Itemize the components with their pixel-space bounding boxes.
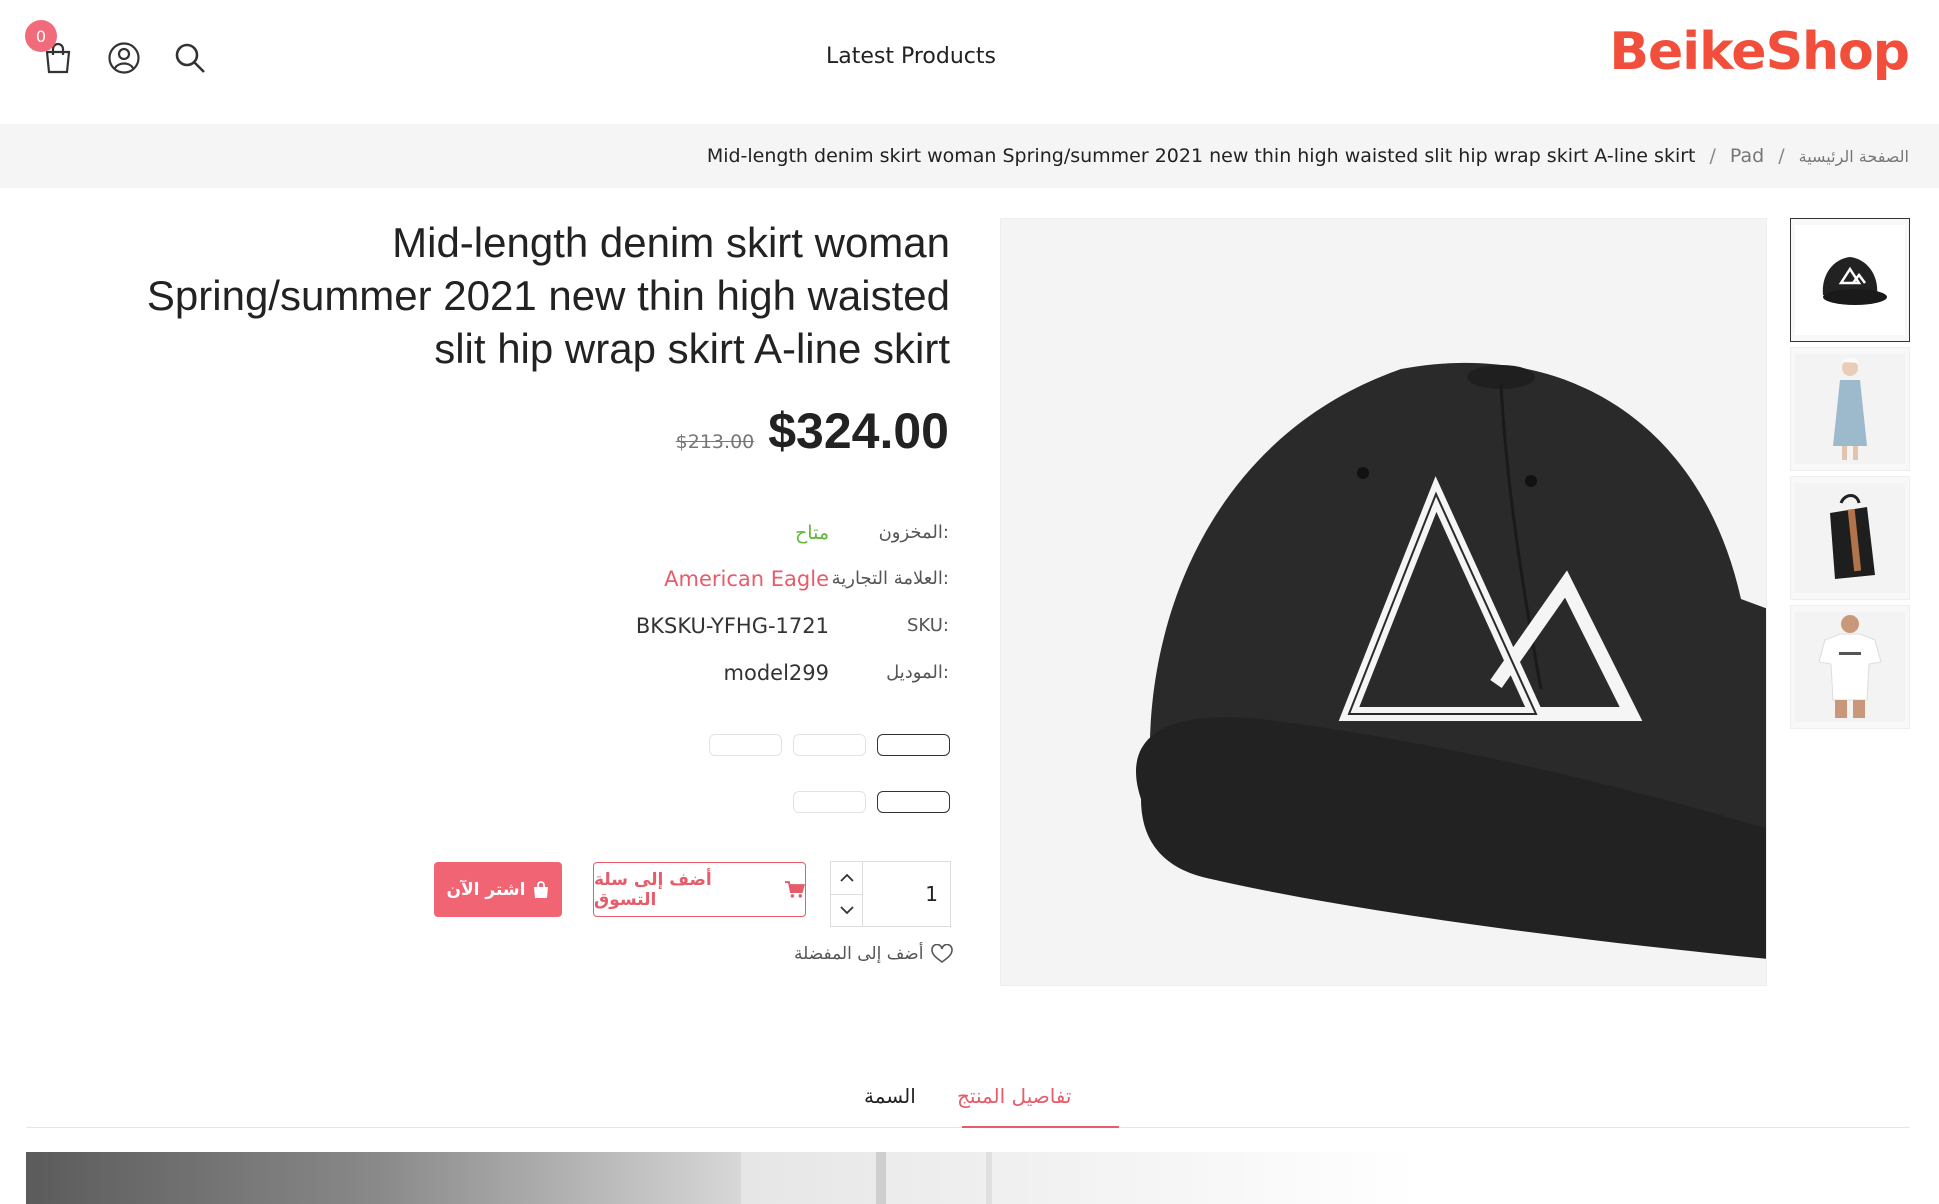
current-price: $324.00 [768, 403, 949, 459]
tab-attributes[interactable]: السمة [864, 1084, 916, 1108]
main-product-image[interactable] [1000, 218, 1767, 986]
stock-value: متاح [795, 522, 829, 544]
site-header: 0 Latest Products BeikeShop [0, 0, 1939, 124]
product-title-line: Mid-length denim skirt woman [392, 219, 950, 266]
thumbnail-tshirt[interactable] [1790, 605, 1910, 729]
backpack-thumbnail-image [1795, 483, 1905, 593]
variant-option[interactable] [709, 734, 782, 756]
variant-option[interactable] [877, 791, 950, 813]
breadcrumb-separator: / [1709, 145, 1716, 167]
tab-product-details[interactable]: تفاصيل المنتج [957, 1084, 1072, 1108]
active-tab-indicator [962, 1126, 1119, 1128]
add-to-cart-button[interactable]: أضف إلى سلة التسوق [593, 862, 806, 917]
description-image [26, 1152, 1416, 1204]
breadcrumb-category[interactable]: Pad [1730, 145, 1764, 167]
cart-count-badge: 0 [25, 20, 57, 52]
product-title: Mid-length denim skirt woman Spring/summ… [40, 216, 950, 375]
breadcrumb-home[interactable]: الصفحة الرئيسية [1799, 147, 1909, 166]
add-to-wishlist-link[interactable]: أضف إلى المفضلة [794, 944, 954, 964]
model-label: الموديل: [886, 662, 949, 683]
variant-option[interactable] [793, 734, 866, 756]
breadcrumb: Mid-length denim skirt woman Spring/summ… [0, 124, 1939, 188]
thumbnail-dress[interactable] [1790, 347, 1910, 471]
variant-option[interactable] [877, 734, 950, 756]
heart-icon [931, 944, 954, 963]
wishlist-label: أضف إلى المفضلة [794, 944, 924, 964]
search-button[interactable] [172, 38, 208, 78]
shopping-bag-icon [534, 880, 549, 898]
cap-image [1001, 219, 1766, 985]
user-icon [108, 42, 140, 74]
quantity-stepper: 1 [830, 861, 951, 927]
sku-label: SKU: [907, 615, 949, 636]
cart-icon [785, 880, 805, 898]
brand-label: العلامة التجارية: [831, 568, 949, 589]
add-to-cart-label: أضف إلى سلة التسوق [594, 869, 712, 910]
product-title-line: Spring/summer 2021 new thin high waisted [146, 272, 950, 319]
quantity-increase-button[interactable] [831, 862, 862, 895]
breadcrumb-separator: / [1778, 145, 1785, 167]
product-tabs: السمة تفاصيل المنتج [26, 1070, 1910, 1128]
variant-option[interactable] [793, 791, 866, 813]
chevron-down-icon [839, 906, 854, 915]
thumbnail-backpack[interactable] [1790, 476, 1910, 600]
model-value: model299 [723, 661, 829, 685]
cap-thumbnail-image [1795, 225, 1905, 335]
product-title-line: slit hip wrap skirt A-line skirt [434, 325, 950, 372]
description-photo [26, 1152, 1416, 1204]
breadcrumb-current: Mid-length denim skirt woman Spring/summ… [706, 145, 1696, 167]
thumbnail-list [1790, 218, 1910, 734]
buy-now-button[interactable]: اشتر الآن [434, 862, 562, 917]
chevron-up-icon [839, 873, 854, 882]
quantity-decrease-button[interactable] [831, 895, 862, 927]
old-price: $213.00 [675, 431, 755, 453]
stock-label: المخزون: [878, 522, 949, 543]
cart-button[interactable]: 0 [25, 20, 76, 78]
quantity-arrows [831, 862, 863, 926]
tshirt-thumbnail-image [1795, 612, 1905, 722]
dress-thumbnail-image [1795, 354, 1905, 464]
site-logo[interactable]: BeikeShop [1609, 22, 1910, 82]
sku-value: BKSKU-YFHG-1721 [635, 614, 829, 638]
thumbnail-cap[interactable] [1790, 218, 1910, 342]
quantity-input[interactable]: 1 [863, 862, 950, 926]
buy-now-label: اشتر الآن [446, 879, 526, 900]
header-icons: 0 [25, 20, 208, 78]
brand-link[interactable]: American Eagle [664, 567, 829, 591]
nav-latest-products[interactable]: Latest Products [826, 44, 996, 69]
account-button[interactable] [106, 38, 142, 78]
search-icon [175, 43, 205, 73]
price-row: $213.00 $324.00 [676, 402, 949, 460]
